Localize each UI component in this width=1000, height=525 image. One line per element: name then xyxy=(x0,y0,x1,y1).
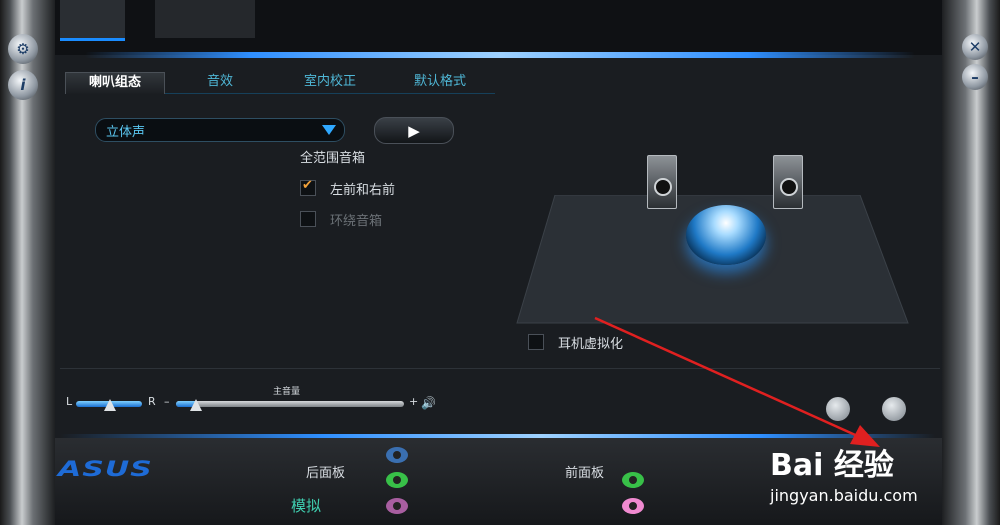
baidu-watermark: Bai 经验 jingyan.baidu.com xyxy=(770,440,918,505)
baidu-watermark-logo: Bai 经验 xyxy=(770,448,894,483)
baidu-watermark-url: jingyan.baidu.com xyxy=(770,486,918,505)
